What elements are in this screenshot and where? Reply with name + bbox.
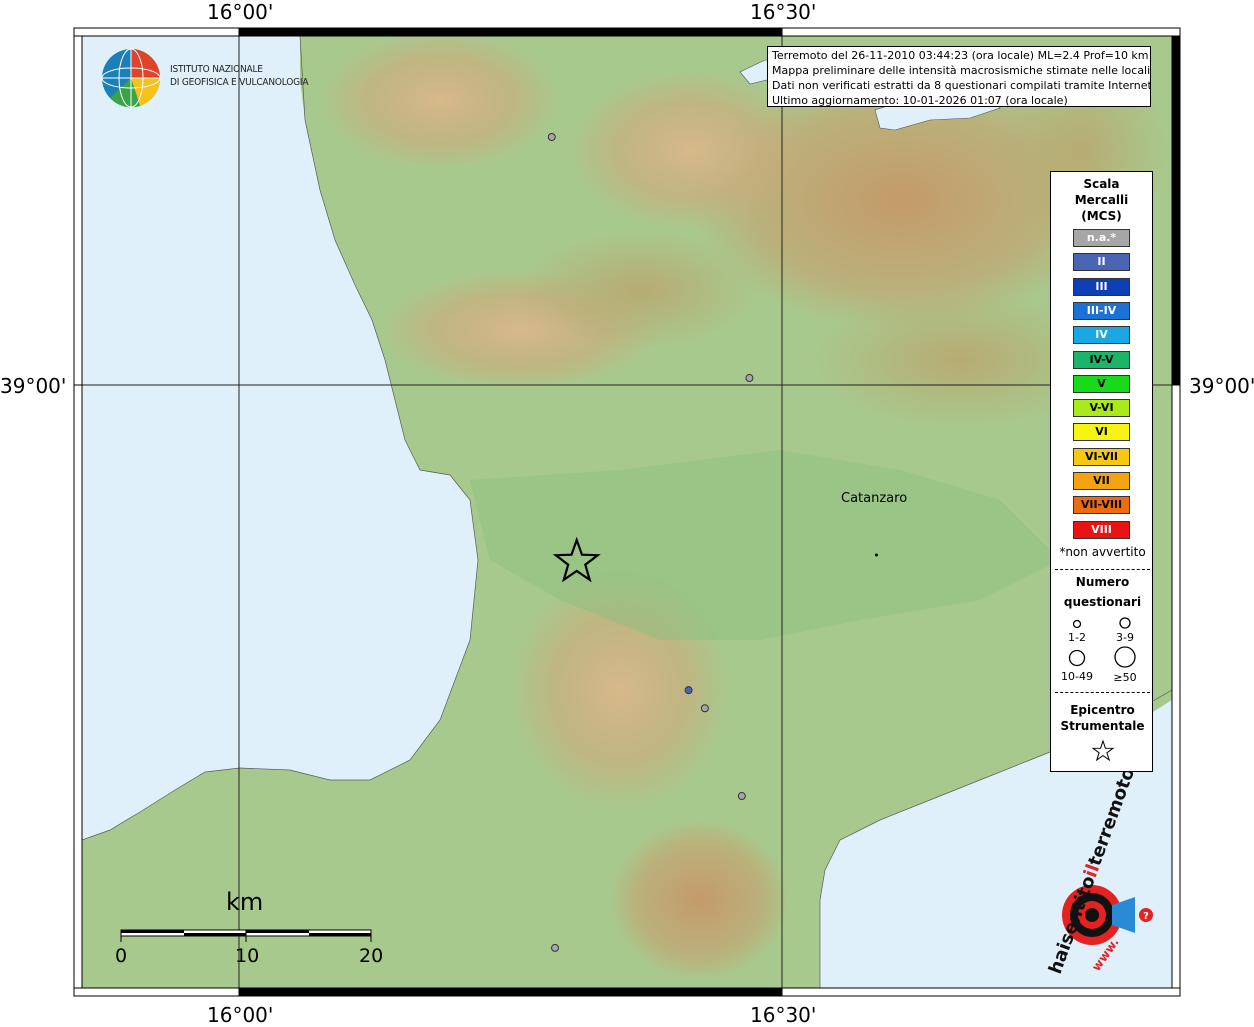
questionnaire-title-2: questionari [1063, 595, 1142, 609]
epicenter-title-2: Strumentale [1060, 719, 1145, 733]
bin-3-9: 3-9 [1116, 631, 1134, 644]
mcs-swatch: n.a.* [1073, 229, 1130, 247]
mcs-swatch: III-IV [1073, 301, 1130, 320]
legend-title-1: Scala [1083, 177, 1120, 191]
info-line-3: Dati non verificati estratti da 8 questi… [772, 79, 1151, 92]
left-lat-label: 39°00' [0, 374, 67, 398]
mcs-swatch: VI-VII [1073, 447, 1130, 466]
bin-50-plus: ≥50 [1113, 671, 1137, 684]
observation-point [745, 374, 754, 383]
event-info-box: Terremoto del 26-11-2010 03:44:23 (ora l… [767, 46, 1151, 107]
not-felt-note: *non avvertito [1059, 545, 1146, 559]
mcs-legend: Scala Mercalli (MCS) n.a.* II III III-IV IV I… [1050, 171, 1153, 772]
ingv-logo-text: ISTITUTO NAZIONALE DI GEOFISICA E VULCAN… [170, 63, 309, 89]
mcs-swatch: V-VI [1073, 399, 1130, 418]
scale-tick-0: 0 [115, 945, 128, 967]
observation-point [700, 704, 709, 713]
observation-point [551, 943, 560, 952]
bin-10-49: 10-49 [1061, 670, 1093, 683]
bottom-lon-label-2: 16°30' [750, 1003, 817, 1027]
epicenter-title-1: Epicentro [1070, 703, 1135, 717]
city-label: Catanzaro [841, 491, 908, 506]
logo-line-1: ISTITUTO NAZIONALE [170, 64, 263, 75]
info-line-2: Mappa preliminare delle intensità macros… [772, 64, 1151, 77]
mcs-swatch: VI [1073, 423, 1130, 442]
top-lon-label-2: 16°30' [750, 0, 817, 24]
legend-separator-2 [1055, 692, 1150, 693]
info-line-4: Ultimo aggiornamento: 10-01-2026 01:07 (… [772, 94, 1068, 107]
mcs-swatch: IV-V [1073, 350, 1130, 369]
info-line-1: Terremoto del 26-11-2010 03:44:23 (ora l… [772, 49, 1149, 62]
legend-title-2: Mercalli [1074, 193, 1129, 207]
mcs-swatch: III [1073, 277, 1130, 296]
top-lon-label-1: 16°00' [207, 0, 274, 24]
right-lat-label: 39°00' [1189, 374, 1254, 398]
scale-tick-20: 20 [359, 945, 384, 967]
scale-bar-unit: km [226, 888, 264, 916]
logo-line-2: DI GEOFISICA E VULCANOLOGIA [170, 77, 309, 88]
observation-point [547, 132, 556, 141]
ingv-logo-icon [101, 48, 161, 108]
mcs-swatch: VIII [1073, 520, 1130, 539]
scale-tick-10: 10 [235, 945, 260, 967]
mcs-swatch: VII [1073, 472, 1130, 490]
mcs-swatch: II [1073, 253, 1130, 272]
legend-title-3: (MCS) [1081, 209, 1122, 223]
epicenter-star-icon [1091, 739, 1115, 762]
svg-text:?: ? [1143, 911, 1149, 922]
mcs-swatch: IV [1073, 326, 1130, 345]
mcs-swatch: V [1073, 374, 1130, 393]
city-point [874, 553, 878, 557]
questionnaire-title-1: Numero [1075, 575, 1130, 589]
observation-point [737, 792, 746, 801]
legend-separator [1055, 569, 1150, 570]
bottom-lon-label-1: 16°00' [207, 1003, 274, 1027]
observation-point [684, 686, 693, 695]
mcs-swatch: VII-VIII [1073, 496, 1130, 515]
bin-1-2: 1-2 [1068, 631, 1086, 644]
